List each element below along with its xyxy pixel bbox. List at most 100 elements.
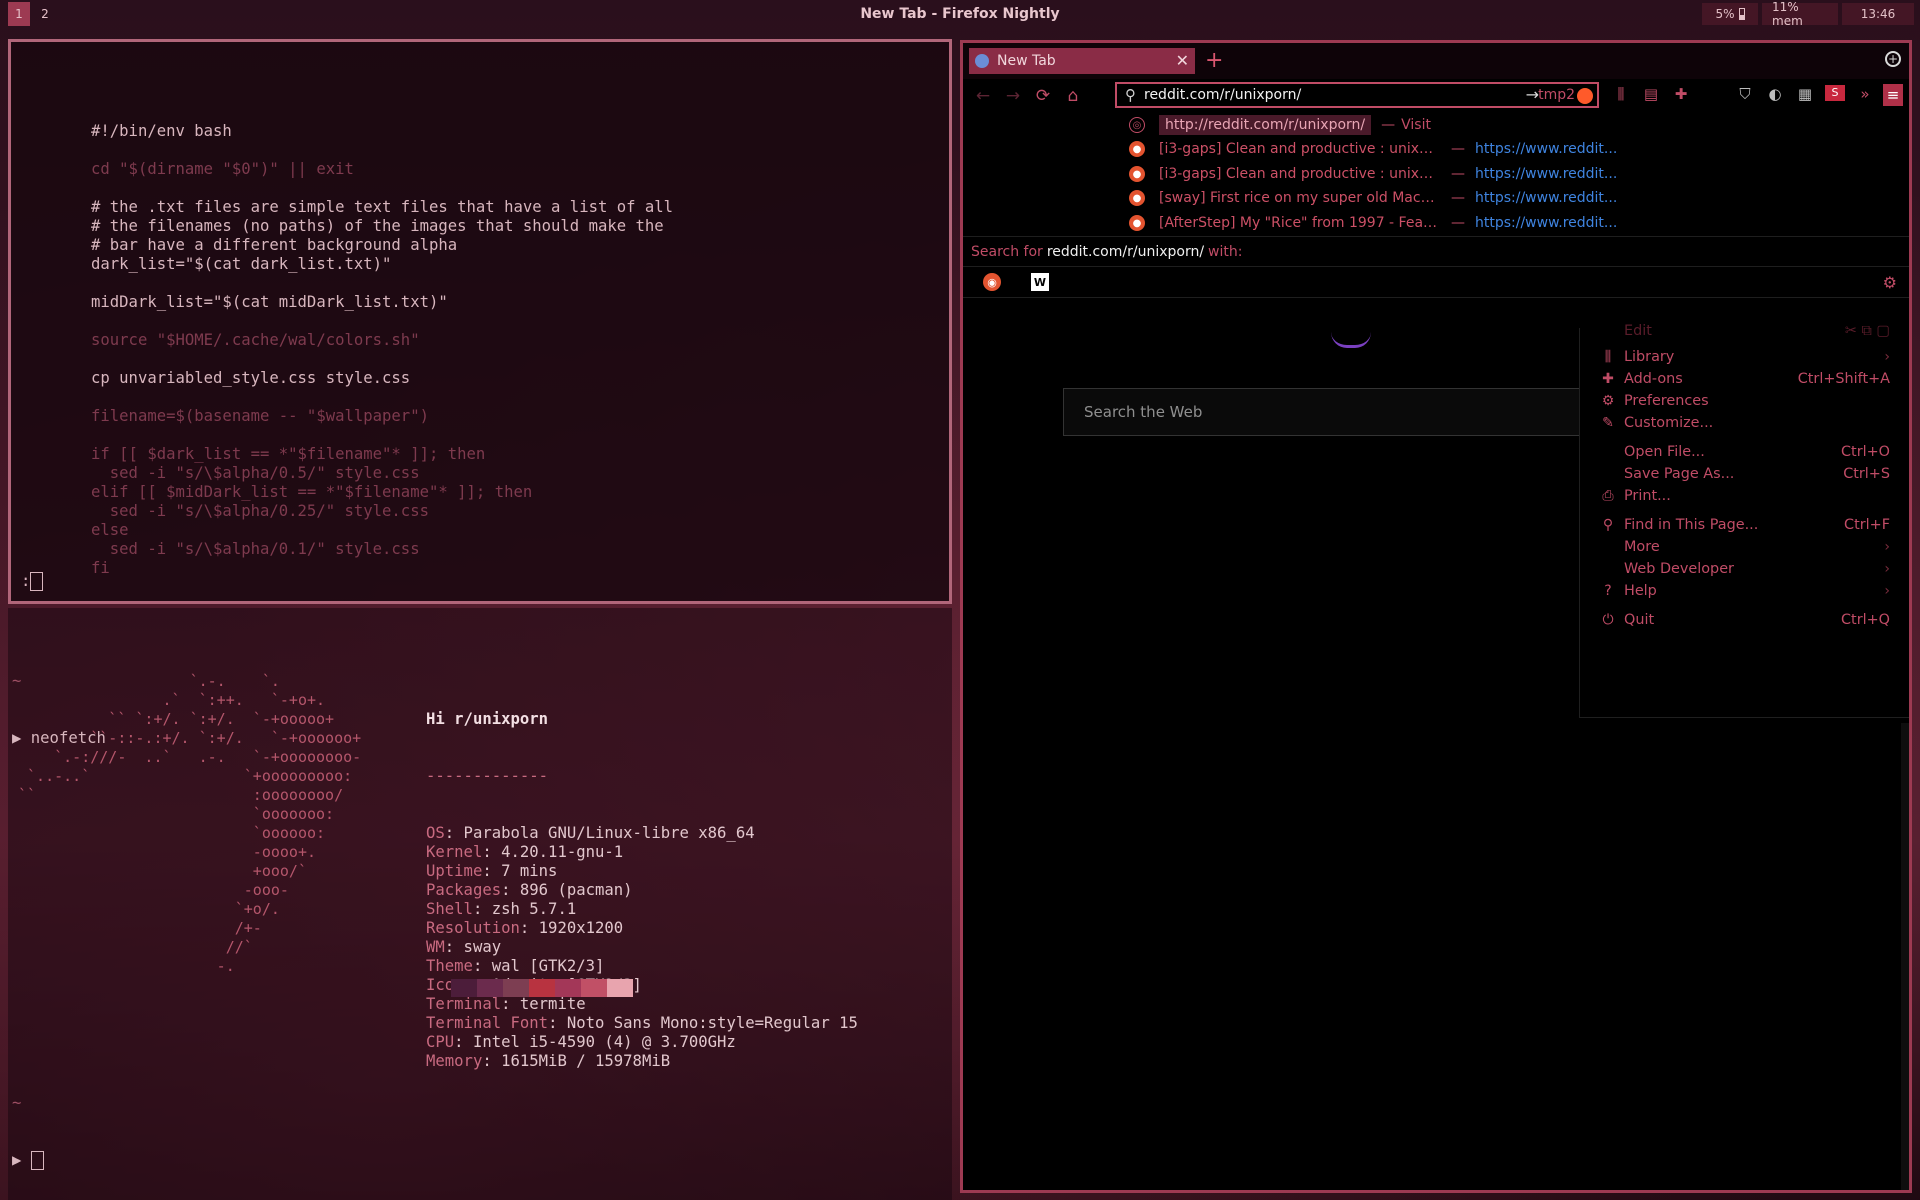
info-key: Uptime (426, 862, 483, 880)
search-web-input[interactable]: Search the Web (1063, 388, 1583, 436)
puzzle-icon[interactable]: ✚ (1671, 85, 1691, 103)
gear-icon[interactable]: ⚙ (1883, 273, 1897, 292)
menu-shortcut: Ctrl+F (1844, 517, 1890, 533)
overflow-chevron-icon[interactable]: » (1855, 85, 1875, 103)
menu-item-label: Quit (1624, 612, 1655, 628)
back-icon[interactable]: ← (973, 86, 993, 106)
info-value: : Noto Sans Mono:style=Regular 15 (548, 1014, 858, 1032)
wikipedia-icon[interactable]: W (1031, 273, 1049, 291)
info-value: : 1615MiB / 15978MiB (482, 1052, 671, 1070)
neofetch-terminal[interactable]: ~ ▶ neofetch `.-. `. .` `:++. `-+o+. `` … (8, 608, 952, 1200)
search-engines: ◉ W ⚙ (963, 266, 1909, 298)
menu-item-add-ons[interactable]: ✚ Add-ons Ctrl+Shift+A (1580, 368, 1909, 390)
info-key: Terminal (426, 995, 502, 1013)
stylus-icon[interactable]: S (1825, 85, 1845, 101)
tab-new-tab[interactable]: New Tab ✕ (969, 48, 1195, 74)
menu-item-open-file[interactable]: ·Open File...Ctrl+O (1580, 441, 1909, 463)
tab-title: New Tab (997, 53, 1056, 69)
reload-icon[interactable]: ⟳ (1033, 86, 1053, 106)
info-value: : 896 (pacman) (501, 881, 633, 899)
menu-item-library[interactable]: ⫼ Library › (1580, 346, 1909, 368)
menu-item-label: Web Developer (1624, 561, 1734, 577)
clock: 13:46 (1842, 3, 1914, 25)
container-dot-icon (1577, 88, 1593, 104)
workspace-1[interactable]: 1 (8, 2, 30, 26)
editor-line: sed -i "s/\$alpha/0.1/" style.css (91, 540, 420, 558)
go-arrow-icon[interactable]: → (1526, 85, 1539, 104)
menu-edit: ·Edit ✂ ⧉ ▢ (1580, 320, 1909, 342)
menu-item-more[interactable]: ·More› (1580, 536, 1909, 558)
info-key: Kernel (426, 843, 483, 861)
editor-line: elif [[ $midDark_list == *"$filename"* ]… (91, 483, 533, 501)
app-menu: ·Edit ✂ ⧉ ▢ ⫼ Library › ✚ Add-ons Ctrl+Shift+… (1579, 323, 1909, 718)
info-row: Terminal Font: Noto Sans Mono:style=Regu… (426, 1014, 858, 1033)
suggestion-row[interactable]: ● [i3-gaps] Clean and productive : unixpo… (1129, 137, 1617, 161)
color-palette (451, 979, 633, 997)
workspace-2[interactable]: 2 (34, 2, 56, 26)
cpu-value: 5% (1715, 7, 1735, 21)
logo-line: `.-:///- ..` .-. `-+oooooooo- (18, 748, 362, 766)
suggestion-row[interactable]: ◎ http://reddit.com/r/unixporn/ — Visit (1129, 113, 1431, 137)
suggestion-separator: — (1451, 215, 1465, 231)
library-icon[interactable]: ⫼ (1611, 85, 1631, 103)
info-key: Packages (426, 881, 502, 899)
chevron-right-icon: › (1884, 349, 1890, 365)
sidebar-icon[interactable]: ▤ (1641, 85, 1661, 103)
library-icon: ⫼ (1604, 349, 1612, 365)
mem-status: 11% mem (1762, 0, 1838, 28)
url-input[interactable]: reddit.com/r/unixporn/ (1144, 87, 1301, 103)
menu-item-print[interactable]: ⎙ Print... (1580, 485, 1909, 507)
logo-line: ``-::-.:+/. `:+/. `-+oooooo+ (18, 729, 362, 747)
menu-item-preferences[interactable]: ⚙ Preferences (1580, 390, 1909, 412)
add-circle-icon[interactable]: + (1885, 51, 1901, 67)
duckduckgo-icon[interactable]: ◉ (983, 273, 1001, 291)
top-bar: 1 2 New Tab - Firefox Nightly 5% 11% mem… (0, 0, 1920, 28)
scrollbar[interactable] (1901, 723, 1909, 1190)
info-row: Shell: zsh 5.7.1 (426, 900, 858, 919)
suggestion-row[interactable]: ● [sway] First rice on my super old MacB.… (1129, 186, 1617, 210)
forward-icon[interactable]: → (1003, 86, 1023, 106)
suggestion-title: [sway] First rice on my super old MacB..… (1159, 190, 1441, 206)
info-row: Packages: 896 (pacman) (426, 881, 858, 900)
vim-cmdline[interactable]: : (21, 572, 44, 591)
battery-icon (1738, 8, 1745, 20)
logo-line: `` :oooooooo/ (18, 786, 344, 804)
logo-line: /+- (18, 919, 262, 937)
suggestion-action: Visit (1401, 117, 1431, 133)
grid-icon[interactable]: ▦ (1795, 85, 1815, 103)
menu-item-web-developer[interactable]: ·Web Developer› (1580, 558, 1909, 580)
home-icon[interactable]: ⌂ (1063, 86, 1083, 106)
menu-item-find-in-this-page[interactable]: ⚲ Find in This Page... Ctrl+F (1580, 514, 1909, 536)
gear-icon: ⚙ (1601, 393, 1615, 409)
menu-item-label: Add-ons (1624, 371, 1683, 387)
info-row: CPU: Intel i5-4590 (4) @ 3.700GHz (426, 1033, 858, 1052)
suggestion-row[interactable]: ● [AfterStep] My "Rice" from 1997 - Feat.… (1129, 211, 1617, 235)
suggestion-row[interactable]: ● [i3-gaps] Clean and productive : unixpo… (1129, 162, 1617, 186)
info-key: Terminal Font (426, 1014, 549, 1032)
editor-terminal[interactable]: #!/bin/env bash cd "$(dirname "$0")" || … (8, 39, 952, 604)
info-row: WM: sway (426, 938, 858, 957)
info-value: : 4.20.11-gnu-1 (482, 843, 624, 861)
cmdline-text: : (21, 572, 31, 590)
privacy-icon[interactable]: ◐ (1765, 85, 1785, 103)
chevron-right-icon: › (1884, 561, 1890, 577)
reddit-icon: ● (1129, 215, 1145, 231)
menu-item-customize[interactable]: ✎ Customize... (1580, 412, 1909, 434)
logo-line: +ooo/` (18, 862, 307, 880)
editor-line: dark_list="$(cat dark_list.txt)" (91, 255, 392, 273)
menu-item-quit[interactable]: ⏻ Quit Ctrl+Q (1580, 609, 1909, 631)
url-bar[interactable]: ⚲ reddit.com/r/unixporn/ → tmp2 (1115, 82, 1599, 108)
info-value: : 7 mins (482, 862, 558, 880)
new-tab-button[interactable]: + (1205, 50, 1223, 72)
menu-item-help[interactable]: ? Help › (1580, 580, 1909, 602)
hamburger-menu-icon[interactable]: ≡ (1883, 84, 1903, 106)
menu-item-save-page-as[interactable]: ·Save Page As...Ctrl+S (1580, 463, 1909, 485)
editor-line: cd "$(dirname "$0")" || exit (91, 160, 354, 178)
menu-item-label: Preferences (1624, 393, 1709, 409)
ublock-icon[interactable]: ⛉ (1735, 85, 1755, 103)
suggestion-url: https://www.reddit... (1475, 215, 1618, 231)
close-tab-icon[interactable]: ✕ (1176, 51, 1189, 70)
